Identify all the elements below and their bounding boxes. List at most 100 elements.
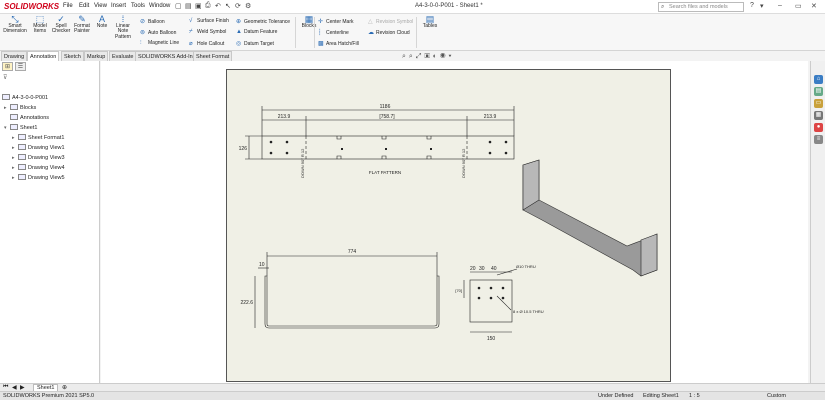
dim-front-height-label[interactable]: 222.6 — [240, 300, 253, 306]
centerline-button[interactable]: ┆ Centerline — [318, 29, 349, 36]
flat-notches — [336, 136, 432, 159]
design-library-icon[interactable]: ▤ — [814, 87, 823, 96]
solidworks-resources-icon[interactable]: ⌂ — [814, 75, 823, 84]
tree-view-5[interactable]: ▸ Drawing View5 — [12, 174, 65, 181]
property-manager-tab[interactable]: ☰ — [15, 62, 26, 71]
ribbon-separator — [416, 17, 417, 48]
new-icon[interactable]: ▢ — [175, 2, 182, 10]
custom-properties-icon[interactable]: ≡ — [814, 135, 823, 144]
open-icon[interactable]: ▤ — [185, 2, 192, 10]
magnetic-line-button[interactable]: ⫶ Magnetic Line — [140, 40, 179, 47]
tree-view-1[interactable]: ▸ Drawing View1 — [12, 144, 65, 151]
command-tabs: Drawing Annotation Sketch Markup Evaluat… — [0, 51, 233, 61]
hole-callout-icon: ⌀ — [189, 41, 193, 47]
dim-left-label[interactable]: 213.9 — [278, 114, 291, 120]
save-icon[interactable]: ▣ — [195, 2, 202, 10]
tab-markup[interactable]: Markup — [84, 51, 109, 61]
tab-annotation[interactable]: Annotation — [27, 51, 60, 61]
hole-callout-label[interactable]: 8 x Ø 10.5 THRU — [513, 309, 544, 314]
smart-dimension-button[interactable]: ⤡ Smart Dimension — [3, 15, 27, 35]
dim-side-spacing-label[interactable]: [70] — [455, 288, 462, 293]
tree-sheet-format[interactable]: ▸ Sheet Format1 — [12, 134, 64, 141]
search-input[interactable]: Search files and models — [669, 4, 728, 10]
dim-right-label[interactable]: 213.9 — [484, 114, 497, 120]
ribbon-separator — [314, 17, 315, 48]
surface-finish-button[interactable]: √ Surface Finish — [189, 18, 229, 24]
front-view-profile[interactable] — [264, 275, 440, 329]
balloon-button[interactable]: ⊘ Balloon — [140, 18, 165, 25]
tree-blocks[interactable]: ▸ Blocks — [4, 104, 36, 111]
rebuild-icon[interactable]: ⟳ — [235, 2, 241, 10]
tab-sketch[interactable]: Sketch — [61, 51, 84, 61]
first-sheet-icon[interactable]: ⏮ — [3, 384, 8, 391]
tree-sheet[interactable]: ▾ Sheet1 — [4, 124, 37, 131]
center-mark-button[interactable]: ✛ Center Mark — [318, 18, 354, 25]
dim-side-d2-label[interactable]: 30 — [479, 266, 485, 272]
feature-manager-tab[interactable]: ⊞ — [2, 62, 13, 71]
dim-mid-label[interactable]: [758.7] — [379, 114, 395, 120]
drawing-view-icon — [18, 144, 26, 150]
menu-file[interactable]: File — [63, 3, 73, 9]
bend-note-right[interactable]: DOWN 90° R 12 — [461, 148, 466, 178]
menu-edit[interactable]: Edit — [79, 3, 89, 9]
side-view-outline[interactable] — [469, 279, 513, 323]
file-explorer-icon[interactable]: ▭ — [814, 99, 823, 108]
weld-symbol-button[interactable]: ⌿ Weld Symbol — [189, 29, 226, 36]
datum-feature-button[interactable]: ▲ Datum Feature — [236, 29, 277, 35]
dim-flange-label[interactable]: 10 — [259, 262, 265, 268]
dim-side-width-label[interactable]: 150 — [487, 336, 496, 342]
dim-height-label[interactable]: 126 — [239, 146, 248, 152]
tab-addins[interactable]: SOLIDWORKS Add-Ins — [135, 51, 199, 61]
next-sheet-icon[interactable]: ▶ — [20, 384, 25, 391]
area-hatch-button[interactable]: ▩ Area Hatch/Fill — [318, 40, 359, 47]
menu-window[interactable]: Window — [149, 3, 170, 9]
tab-evaluate[interactable]: Evaluate — [109, 51, 137, 61]
auto-balloon-button[interactable]: ⊚ Auto Balloon — [140, 29, 176, 36]
dim-side-d3-label[interactable]: 40 — [491, 266, 497, 272]
tab-sheet-format[interactable]: Sheet Format — [193, 51, 233, 61]
isometric-view[interactable] — [522, 159, 658, 277]
search-box[interactable]: ⌕ Search files and models — [658, 2, 744, 12]
add-sheet-icon[interactable]: ⊕ — [62, 384, 67, 391]
menu-view[interactable]: View — [94, 3, 107, 9]
tables-button[interactable]: ▤ Tables — [418, 15, 442, 29]
close-icon[interactable]: ✕ — [811, 2, 817, 10]
menu-tools[interactable]: Tools — [131, 3, 145, 9]
dropdown-icon[interactable]: ▾ — [760, 2, 764, 10]
dim-side-d1-label[interactable]: 20 — [470, 266, 476, 272]
tree-view-4[interactable]: ▸ Drawing View4 — [12, 164, 65, 171]
print-icon[interactable]: ⎙ — [205, 2, 211, 10]
linear-note-pattern-button[interactable]: ⁞ Linear Note Pattern — [111, 15, 135, 40]
hole-note-label[interactable]: Ø10 THRU — [516, 264, 536, 269]
filter-icon[interactable]: ⊽ — [3, 74, 7, 81]
undo-icon[interactable]: ↶ — [215, 2, 221, 10]
options-icon[interactable]: ⚙ — [245, 2, 251, 10]
bend-note-left[interactable]: DOWN 90° R 12 — [300, 148, 305, 178]
units-status[interactable]: Custom — [767, 393, 786, 399]
hole-callout-button[interactable]: ⌀ Hole Callout — [189, 40, 224, 47]
datum-target-button[interactable]: ◎ Datum Target — [236, 40, 274, 47]
revision-symbol-button[interactable]: △ Revision Symbol — [368, 18, 413, 25]
tree-root[interactable]: A4-3-0-0-P001 — [2, 94, 48, 101]
geometric-tolerance-button[interactable]: ⊕ Geometric Tolerance — [236, 18, 290, 25]
maximize-icon[interactable]: ▭ — [795, 2, 802, 10]
scale-status[interactable]: 1 : 5 — [689, 393, 700, 399]
solidworks-logo[interactable]: SOLIDWORKS — [4, 2, 59, 11]
dim-overall-label[interactable]: 1186 — [380, 104, 391, 110]
select-icon[interactable]: ↖ — [225, 2, 231, 10]
appearances-icon[interactable]: ● — [814, 123, 823, 132]
prev-sheet-icon[interactable]: ◀ — [12, 384, 17, 391]
tree-annotations[interactable]: Annotations — [4, 114, 49, 121]
drawing-sheet[interactable]: 1186 213.9 [758.7] 213.9 126 DOWN 90° R … — [226, 69, 671, 382]
view-palette-icon[interactable]: ▦ — [814, 111, 823, 120]
revision-cloud-button[interactable]: ☁ Revision Cloud — [368, 29, 410, 36]
ribbon-separator — [295, 17, 296, 48]
minimize-icon[interactable]: – — [778, 2, 782, 9]
heads-up-view-toolbar[interactable]: ⌕⌕⤢▣◐◉▾ — [402, 53, 454, 61]
menu-insert[interactable]: Insert — [111, 3, 126, 9]
tree-view-3[interactable]: ▸ Drawing View3 — [12, 154, 65, 161]
dim-front-width-label[interactable]: 774 — [348, 249, 357, 255]
editing-status: Editing Sheet1 — [643, 393, 679, 399]
tab-drawing[interactable]: Drawing — [1, 51, 28, 61]
help-icon[interactable]: ? — [750, 2, 754, 9]
